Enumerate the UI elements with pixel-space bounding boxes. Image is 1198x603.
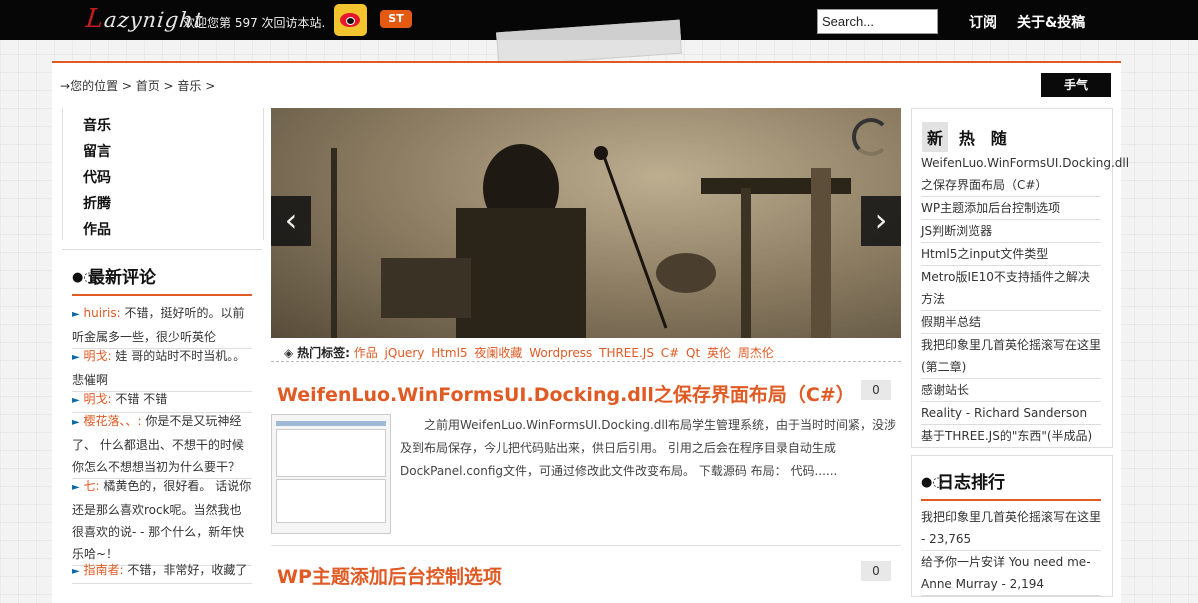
comment-author[interactable]: 指南者: — [84, 563, 124, 577]
slider-prev-button[interactable]: ‹ — [271, 196, 311, 246]
arrow-right-icon: ► — [72, 395, 80, 406]
list-item[interactable]: Metro版IE10不支持插件之解决方法 — [921, 266, 1101, 311]
welcome-text: 欢迎您第 597 次回访本站. — [183, 16, 326, 30]
tag-link[interactable]: Html5 — [431, 346, 467, 360]
tag-link[interactable]: 夜阑收藏 — [474, 346, 522, 360]
list-item[interactable]: WP主题添加后台控制选项 — [921, 197, 1101, 220]
list-item[interactable]: 假期半总结 — [921, 311, 1101, 334]
nav-item-guestbook[interactable]: 留言 — [83, 141, 111, 161]
lucky-button[interactable]: 手气 — [1041, 73, 1111, 97]
tag-icon: ◈ — [284, 346, 294, 360]
new-posts-list: WeifenLuo.WinFormsUI.Docking.dll之保存界面布局（… — [921, 152, 1129, 448]
comment-item[interactable]: ► 指南者: 不错，非常好，收藏了 — [72, 559, 252, 584]
heading-rule — [921, 499, 1101, 501]
breadcrumb-arrow-icon: → — [60, 79, 71, 93]
divider — [62, 249, 262, 250]
slider-next-button[interactable]: › — [861, 196, 901, 246]
comment-text: 不错 不错 — [111, 392, 168, 406]
ranking-heading: ●◌日志排行 — [921, 473, 1005, 493]
tag-link[interactable]: 作品 — [354, 346, 378, 360]
bullet-icon: ●◌ — [72, 270, 95, 285]
comment-item[interactable]: ► 明戈: 娃 哥的站时不时当机。。悲催啊 — [72, 345, 252, 392]
post-excerpt: 之前用WeifenLuo.WinFormsUI.Docking.dll布局学生管… — [400, 418, 897, 478]
arrow-right-icon: ► — [72, 566, 80, 577]
heading-rule — [72, 294, 252, 296]
nav-item-tinker[interactable]: 折腾 — [83, 193, 111, 213]
divider — [271, 361, 901, 362]
comment-author[interactable]: 明戈: — [84, 349, 112, 363]
tag-link[interactable]: 周杰伦 — [738, 346, 774, 360]
comment-count-badge[interactable]: 0 — [861, 561, 891, 581]
list-item[interactable]: WeifenLuo.WinFormsUI.Docking.dll之保存界面布局（… — [921, 152, 1129, 197]
post-title[interactable]: WP主题添加后台控制选项 — [277, 562, 502, 589]
st-badge-icon[interactable]: ST — [380, 10, 412, 28]
list-item[interactable]: 我把印象里几首英伦摇滚写在这里(第二章) — [921, 334, 1101, 379]
comment-text: 不错，非常好，收藏了 — [123, 563, 248, 577]
post-thumbnail[interactable] — [271, 414, 391, 534]
list-item[interactable]: Html5之input文件类型 — [921, 243, 1101, 266]
comment-item[interactable]: ► 樱花落、、: 你是不是又玩神经了、 什么都退出、不想干的时候你怎么不想想当初… — [72, 410, 252, 479]
comment-author[interactable]: 樱花落、、: — [84, 414, 142, 428]
window-titlebar — [276, 421, 386, 426]
tag-link[interactable]: 英伦 — [707, 346, 731, 360]
tag-link[interactable]: jQuery — [385, 346, 425, 360]
arrow-right-icon: ► — [72, 309, 80, 320]
hot-tags: ◈ 热门标签: 作品 jQuery Html5 夜阑收藏 Wordpress T… — [284, 346, 774, 360]
comment-text: 橘黄色的，很好看。 话说你还是那么喜欢rock呢。当然我也很喜欢的说- - 那个… — [72, 479, 252, 561]
comment-author[interactable]: 明戈: — [84, 392, 112, 406]
list-item[interactable]: JS判断浏览器 — [921, 220, 1101, 243]
breadcrumb: →您的位置 > 首页 > 音乐 > — [60, 77, 215, 94]
comment-count-badge[interactable]: 0 — [861, 380, 891, 400]
tab-hot[interactable]: 热 — [954, 122, 980, 152]
tab-new[interactable]: 新 — [922, 122, 949, 152]
tag-link[interactable]: THREE.JS — [599, 346, 654, 360]
nav-item-code[interactable]: 代码 — [83, 167, 111, 187]
list-item[interactable]: 基于THREE.JS的"东西"(半成品) — [921, 425, 1101, 448]
loading-spinner-icon — [852, 118, 890, 156]
divider — [271, 545, 901, 546]
list-item[interactable]: 给予你一片安详 You need me-Anne Murray - 2,194 — [921, 551, 1101, 596]
list-item[interactable]: 我把印象里几首英伦摇滚写在这里 - 23,765 — [921, 506, 1101, 551]
arrow-right-icon: ► — [72, 352, 80, 363]
breadcrumb-text: 您的位置 > 首页 > 音乐 > — [70, 79, 216, 93]
arrow-right-icon: ► — [72, 482, 80, 493]
sidebar-tabs: 新 热 随 — [922, 122, 1014, 152]
concert-photo — [271, 108, 901, 338]
tag-link[interactable]: Wordpress — [529, 346, 592, 360]
nav-subscribe[interactable]: 订阅 — [969, 12, 997, 32]
arrow-right-icon: ► — [72, 417, 80, 428]
comment-item[interactable]: ► 七: 橘黄色的，很好看。 话说你还是那么喜欢rock呢。当然我也很喜欢的说-… — [72, 475, 252, 566]
nav-about-contribute[interactable]: 关于&投稿 — [1017, 12, 1085, 32]
tag-link[interactable]: C# — [661, 346, 679, 360]
list-item[interactable]: 感谢站长 — [921, 379, 1101, 402]
window-pane — [276, 429, 386, 477]
post-title[interactable]: WeifenLuo.WinFormsUI.Docking.dll之保存界面布局（… — [277, 380, 855, 407]
search-input[interactable] — [817, 9, 938, 34]
featured-slider-image[interactable]: ‹ › — [271, 108, 901, 338]
bullet-icon: ●◌ — [921, 475, 944, 490]
tab-random[interactable]: 随 — [986, 122, 1012, 152]
list-item[interactable]: Reality - Richard Sanderson — [921, 402, 1101, 425]
window-pane — [276, 479, 386, 523]
category-nav: 音乐 留言 代码 折腾 作品 — [62, 108, 264, 240]
tag-link[interactable]: Qt — [686, 346, 700, 360]
comment-item[interactable]: ► huiris: 不错，挺好听的。以前听金属多一些，很少听英伦 — [72, 302, 252, 349]
recent-comments-heading: ●◌最新评论 — [72, 268, 156, 288]
ranking-list: 我把印象里几首英伦摇滚写在这里 - 23,765 给予你一片安详 You nee… — [921, 506, 1101, 596]
comment-author[interactable]: huiris: — [84, 306, 121, 320]
nav-item-works[interactable]: 作品 — [83, 219, 111, 239]
comment-author[interactable]: 七: — [84, 479, 100, 493]
weibo-icon[interactable] — [334, 4, 367, 36]
nav-item-music[interactable]: 音乐 — [83, 115, 111, 135]
